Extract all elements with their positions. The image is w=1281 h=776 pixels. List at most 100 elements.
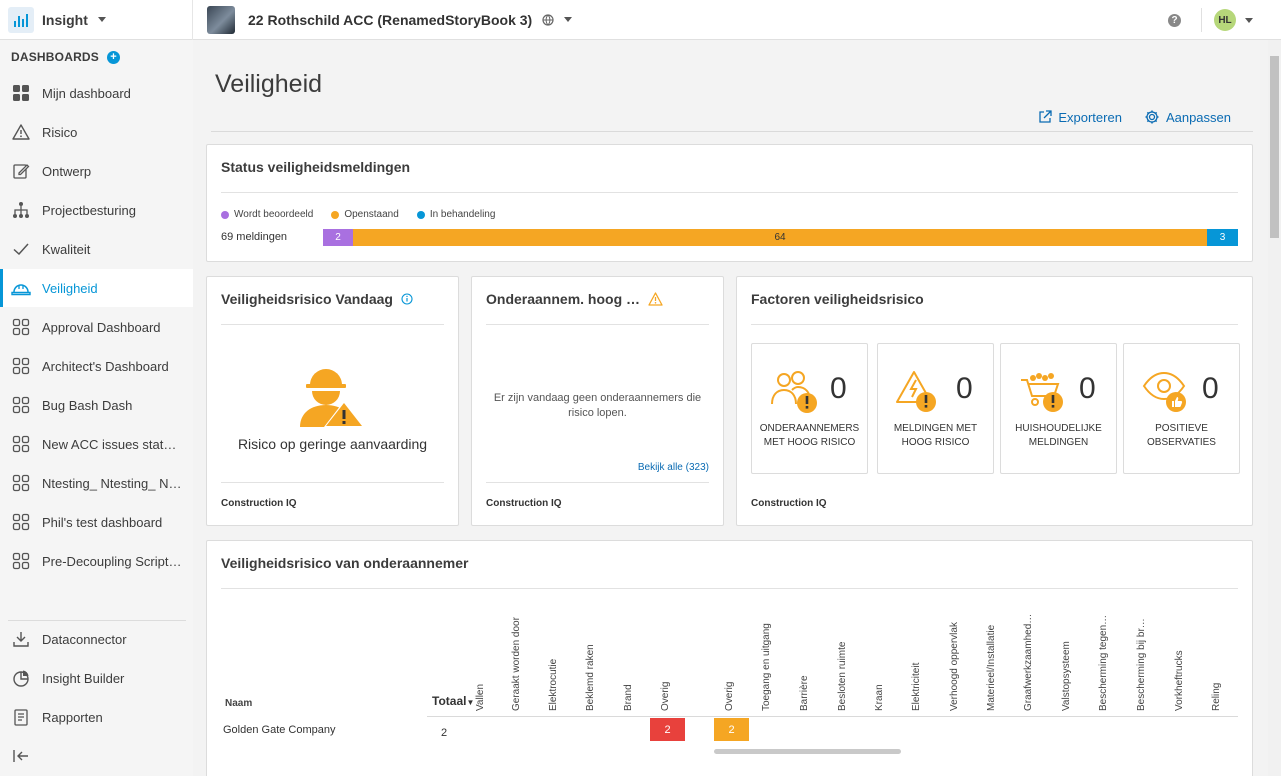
dashboard-outline-icon (11, 512, 31, 532)
factor-tile-high-risk-subcontractors[interactable]: 0 ONDERAANNEMERS MET HOOG RISICO (751, 343, 868, 474)
category-header[interactable]: Kraan (874, 601, 888, 711)
card-divider (221, 324, 444, 325)
category-header-label: Vorkheftrucks (1174, 650, 1185, 711)
factor-tile-positive-observations[interactable]: 0 POSITIEVE OBSERVATIES (1123, 343, 1240, 474)
workers-alert-icon (771, 371, 817, 413)
horizontal-scrollbar[interactable] (714, 749, 901, 754)
category-header[interactable]: Besloten ruimte (837, 601, 851, 711)
vertical-scrollbar-thumb[interactable] (1270, 56, 1279, 238)
card-divider (221, 588, 1238, 589)
sidebar-item-ntesting[interactable]: Ntesting_ Ntesting_ N… (0, 464, 193, 502)
category-header[interactable]: Elektrocutie (548, 601, 562, 711)
category-header-label: Elektriciteit (911, 662, 922, 711)
risk-cell[interactable]: 2 (650, 718, 685, 741)
app-switcher[interactable]: Insight (0, 0, 193, 40)
chevron-down-icon (97, 17, 106, 22)
sidebar-item-approval-dashboard[interactable]: Approval Dashboard (0, 308, 193, 346)
hard-hat-icon (11, 278, 31, 298)
status-segment[interactable]: 64 (353, 228, 1207, 246)
sidebar-item-architects-dashboard[interactable]: Architect's Dashboard (0, 347, 193, 385)
sidebar-item-ontwerp[interactable]: Ontwerp (0, 152, 193, 190)
sidebar-item-bug-bash-dash[interactable]: Bug Bash Dash (0, 386, 193, 424)
category-header-label: Geraakt worden door (511, 617, 522, 711)
category-header-label: Beklemd raken (585, 644, 596, 711)
sidebar-item-pre-decoupling[interactable]: Pre-Decoupling Script … (0, 542, 193, 580)
worker-warning-icon (300, 369, 364, 427)
category-header[interactable]: Verhoogd oppervlak (949, 601, 963, 711)
avatar[interactable]: HL (1214, 9, 1236, 31)
legend-dot (416, 210, 425, 219)
pie-chart-icon (11, 668, 31, 688)
gear-icon (1145, 110, 1159, 124)
customize-button[interactable]: Aanpassen (1144, 109, 1231, 125)
category-header[interactable]: Overig (724, 601, 738, 711)
category-header[interactable]: Vallen (475, 601, 489, 711)
status-stack-row: 69 meldingen 2 64 3 (221, 228, 1238, 246)
checkmark-icon (11, 239, 31, 259)
category-header[interactable]: Brand (623, 601, 637, 711)
sidebar-item-mijn-dashboard[interactable]: Mijn dashboard (0, 74, 193, 112)
project-selector[interactable]: 22 Rothschild ACC (RenamedStoryBook 3) (193, 5, 573, 34)
app-name: Insight (42, 11, 88, 28)
category-header[interactable]: Reling (1211, 601, 1225, 711)
collapse-sidebar-button[interactable] (0, 737, 193, 775)
risk-today-card: Veiligheidsrisico Vandaag Risico op geri… (206, 276, 459, 526)
legend-dot (221, 210, 229, 219)
info-icon[interactable] (401, 293, 413, 305)
page-title: Veiligheid (215, 70, 323, 98)
sidebar-item-projectbesturing[interactable]: Projectbesturing (0, 191, 193, 229)
total-column-header[interactable]: Totaal▼ (432, 694, 474, 708)
category-header[interactable]: Toegang en uitgang (761, 601, 775, 711)
sidebar-item-risico[interactable]: Risico (0, 113, 193, 151)
sidebar-item-phils-test-dashboard[interactable]: Phil's test dashboard (0, 503, 193, 541)
sidebar-item-rapporten[interactable]: Rapporten (0, 698, 193, 736)
card-divider (221, 192, 1238, 193)
category-header[interactable]: Graafwerkzaamhed… (1023, 601, 1037, 711)
category-header[interactable]: Geraakt worden door (511, 601, 525, 711)
category-header[interactable]: Beklemd raken (585, 601, 599, 711)
category-header-label: Materieel/Installatie (986, 624, 997, 711)
risk-today-title: Veiligheidsrisico Vandaag (221, 291, 413, 307)
category-header-label: Toegang en uitgang (761, 623, 772, 711)
sidebar-item-new-acc-issues[interactable]: New ACC issues status… (0, 425, 193, 463)
sidebar-item-insight-builder[interactable]: Insight Builder (0, 659, 193, 697)
risk-factors-card: Factoren veiligheidsrisico 0 ONDERAANNEM… (736, 276, 1253, 526)
download-icon (11, 629, 31, 649)
factor-tile-housekeeping-issues[interactable]: 0 HUISHOUDELIJKE MELDINGEN (1000, 343, 1117, 474)
add-dashboard-icon[interactable]: + (107, 50, 121, 64)
status-row-label: 69 meldingen (221, 231, 288, 243)
chevron-down-icon[interactable] (1245, 17, 1253, 23)
category-header[interactable]: Barrière (799, 601, 813, 711)
legend-item[interactable]: Wordt beoordeeld (221, 209, 313, 220)
category-header[interactable]: Vorkheftrucks (1174, 601, 1188, 711)
status-segment[interactable]: 2 (323, 228, 353, 246)
name-column-header[interactable]: Naam (225, 698, 252, 709)
status-card: Status veiligheidsmeldingen Wordt beoord… (206, 144, 1253, 262)
export-button[interactable]: Exporteren (1038, 109, 1122, 125)
factor-tile-high-risk-issues[interactable]: 0 MELDINGEN MET HOOG RISICO (877, 343, 994, 474)
legend-item[interactable]: In behandeling (416, 209, 495, 220)
card-divider (486, 324, 709, 325)
card-divider (486, 482, 709, 483)
category-header[interactable]: Valstopsysteem (1061, 601, 1075, 711)
category-header[interactable]: Overig (660, 601, 674, 711)
sidebar-item-veiligheid[interactable]: Veiligheid (0, 269, 193, 307)
hierarchy-icon (11, 200, 31, 220)
category-header[interactable]: Bescherming tegen… (1098, 601, 1112, 711)
risk-cell[interactable]: 2 (714, 718, 749, 741)
dashboard-outline-icon (11, 551, 31, 571)
category-header[interactable]: Materieel/Installatie (986, 601, 1000, 711)
category-header[interactable]: Bescherming bij br… (1136, 601, 1150, 711)
divider (1201, 8, 1202, 32)
help-icon[interactable]: ? (1168, 13, 1181, 27)
legend-item[interactable]: Openstaand (331, 209, 399, 220)
dashboard-outline-icon (11, 434, 31, 454)
status-segment[interactable]: 3 (1207, 228, 1238, 246)
category-header-label: Barrière (799, 675, 810, 711)
category-header[interactable]: Elektriciteit (911, 601, 925, 711)
view-all-link[interactable]: Bekijk alle (323) (638, 462, 709, 473)
sidebar-item-kwaliteit[interactable]: Kwaliteit (0, 230, 193, 268)
category-header-label: Vallen (475, 683, 486, 711)
category-header-label: Valstopsysteem (1061, 641, 1072, 711)
sidebar-item-dataconnector[interactable]: Dataconnector (0, 620, 193, 658)
